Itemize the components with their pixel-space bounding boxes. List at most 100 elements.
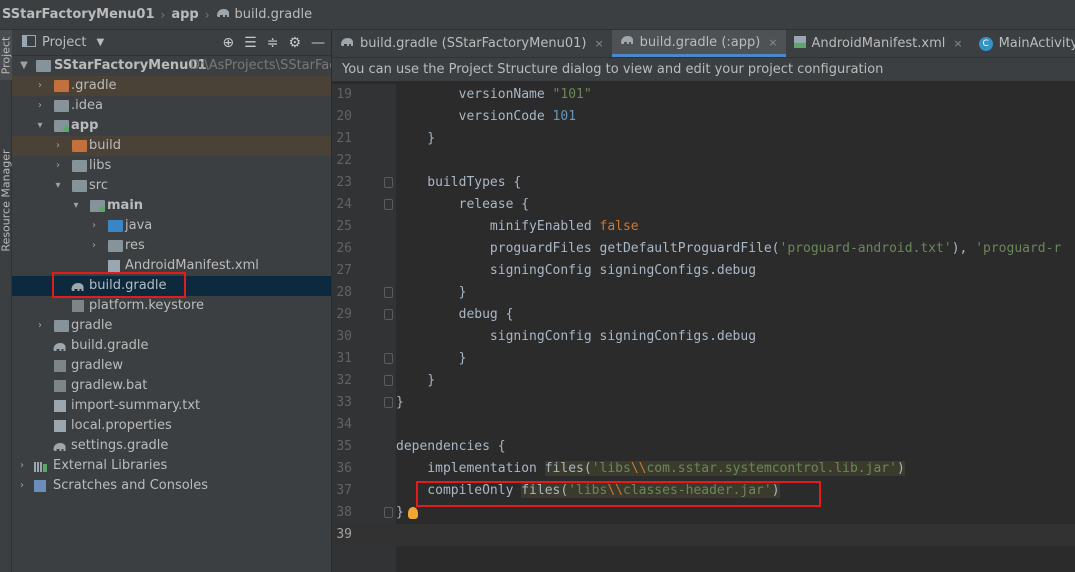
fold-marker-icon[interactable] [384, 353, 393, 364]
code-text: } [396, 395, 404, 410]
code-text: } [396, 285, 467, 300]
code-line[interactable]: 30 signingConfig signingConfigs.debug [332, 326, 1075, 348]
locate-icon[interactable]: ⊕ [222, 35, 234, 51]
tree-item-src[interactable]: ▾ src [12, 176, 331, 196]
code-text: versionCode 101 [396, 109, 577, 124]
tree-item-root[interactable]: ▼ SStarFactoryMenu01 D:\AsProjects\SStar… [12, 56, 331, 76]
resource-manager-tool-tab[interactable]: Resource Manager [0, 140, 13, 260]
chevron-right-icon[interactable]: › [52, 156, 64, 176]
fold-marker-icon[interactable] [384, 177, 393, 188]
tree-item-res[interactable]: › res [12, 236, 331, 256]
close-icon[interactable]: × [953, 37, 962, 50]
breadcrumb-module[interactable]: app [171, 7, 198, 22]
code-line[interactable]: 34 [332, 414, 1075, 436]
fold-marker-icon[interactable] [384, 507, 393, 518]
tree-item-label: Scratches and Consoles [53, 478, 209, 493]
code-line[interactable]: 36 implementation files('libs\\com.sstar… [332, 458, 1075, 480]
code-line[interactable]: 32 } [332, 370, 1075, 392]
tree-item-main[interactable]: ▾ main [12, 196, 331, 216]
code-line[interactable]: 35 dependencies { [332, 436, 1075, 458]
tree-item-gradle-dir[interactable]: › .gradle [12, 76, 331, 96]
chevron-right-icon[interactable]: › [34, 76, 46, 96]
tree-item-java[interactable]: › java [12, 216, 331, 236]
tab-root-build-gradle[interactable]: build.gradle (SStarFactoryMenu01) × [332, 30, 612, 57]
chevron-right-icon[interactable]: › [34, 316, 46, 336]
code-line[interactable]: 39 [332, 524, 1075, 546]
tree-item-gradlew[interactable]: gradlew [12, 356, 331, 376]
code-area[interactable]: 19 versionName "101" 20 versionCode 101 21… [332, 84, 1075, 546]
tab-label: AndroidManifest.xml [811, 36, 946, 51]
tree-item-scratches[interactable]: › Scratches and Consoles [12, 476, 331, 496]
close-icon[interactable]: × [594, 37, 603, 50]
left-tool-strip: Project Resource Manager [0, 30, 13, 572]
tree-item-external-libraries[interactable]: › External Libraries [12, 456, 331, 476]
chevron-down-icon[interactable]: ▼ [96, 37, 104, 48]
tree-item-build[interactable]: › build [12, 136, 331, 156]
tab-app-build-gradle[interactable]: build.gradle (:app) × [611, 30, 786, 57]
code-line[interactable]: 24 release { [332, 194, 1075, 216]
lightbulb-icon[interactable] [407, 506, 418, 519]
code-line[interactable]: 27 signingConfig signingConfigs.debug [332, 260, 1075, 282]
tree-item-root-build-gradle[interactable]: build.gradle [12, 336, 331, 356]
chevron-right-icon[interactable]: › [52, 136, 64, 156]
project-structure-notice[interactable]: You can use the Project Structure dialog… [332, 58, 1075, 82]
gradle-elephant-icon [52, 340, 67, 352]
fold-marker-icon[interactable] [384, 287, 393, 298]
fold-marker-icon[interactable] [384, 397, 393, 408]
breadcrumb-project[interactable]: SStarFactoryMenu01 [2, 7, 155, 22]
code-line[interactable]: 22 [332, 150, 1075, 172]
tree-item-gradlew-bat[interactable]: gradlew.bat [12, 376, 331, 396]
line-number: 39 [336, 527, 352, 542]
tree-item-local-properties[interactable]: local.properties [12, 416, 331, 436]
line-number: 34 [336, 417, 352, 432]
tree-item-idea[interactable]: › .idea [12, 96, 331, 116]
code-line[interactable]: 28 } [332, 282, 1075, 304]
code-line[interactable]: 20 versionCode 101 [332, 106, 1075, 128]
hide-icon[interactable]: — [311, 35, 325, 51]
fold-marker-icon[interactable] [384, 375, 393, 386]
chevron-down-icon[interactable]: ▾ [70, 196, 82, 216]
tree-item-settings-gradle[interactable]: settings.gradle [12, 436, 331, 456]
chevron-right-icon[interactable]: › [16, 476, 28, 496]
project-view-selector[interactable]: Project [42, 35, 86, 50]
editor-tabs: build.gradle (SStarFactoryMenu01) × buil… [332, 30, 1075, 58]
tab-main-activity[interactable]: C MainActivity.java × [971, 30, 1075, 57]
chevron-right-icon[interactable]: › [34, 96, 46, 116]
chevron-right-icon[interactable]: › [88, 236, 100, 256]
tree-item-gradle-folder[interactable]: › gradle [12, 316, 331, 336]
code-line[interactable]: 33} [332, 392, 1075, 414]
tree-item-app[interactable]: ▾ app [12, 116, 331, 136]
tree-item-import-summary[interactable]: import-summary.txt [12, 396, 331, 416]
gradle-elephant-icon [620, 34, 634, 50]
close-icon[interactable]: × [768, 36, 777, 49]
code-line[interactable]: 26 proguardFiles getDefaultProguardFile(… [332, 238, 1075, 260]
tree-item-keystore[interactable]: platform.keystore [12, 296, 331, 316]
code-line[interactable]: 25 minifyEnabled false [332, 216, 1075, 238]
line-number: 33 [336, 395, 352, 410]
line-number: 21 [336, 131, 352, 146]
collapse-all-icon[interactable]: ≑ [267, 35, 279, 51]
project-tool-tab[interactable]: Project [0, 30, 13, 80]
code-line[interactable]: 31 } [332, 348, 1075, 370]
breadcrumb-file[interactable]: build.gradle [235, 7, 313, 22]
code-line[interactable]: 29 debug { [332, 304, 1075, 326]
fold-marker-icon[interactable] [384, 199, 393, 210]
gear-icon[interactable]: ⚙ [288, 35, 301, 51]
chevron-right-icon[interactable]: › [16, 456, 28, 476]
expand-all-icon[interactable]: ☰ [244, 35, 257, 51]
tree-item-label: java [125, 218, 153, 233]
tree-item-label: platform.keystore [89, 298, 205, 313]
tree-item-label: build.gradle [71, 338, 149, 353]
scratches-icon [34, 480, 46, 492]
chevron-down-icon[interactable]: ▼ [18, 56, 30, 76]
tree-item-libs[interactable]: › libs [12, 156, 331, 176]
chevron-right-icon[interactable]: › [88, 216, 100, 236]
code-line[interactable]: 19 versionName "101" [332, 84, 1075, 106]
chevron-down-icon[interactable]: ▾ [52, 176, 64, 196]
code-line[interactable]: 21 } [332, 128, 1075, 150]
tab-android-manifest[interactable]: AndroidManifest.xml × [786, 30, 971, 57]
properties-file-icon [54, 420, 66, 432]
chevron-down-icon[interactable]: ▾ [34, 116, 46, 136]
code-line[interactable]: 23 buildTypes { [332, 172, 1075, 194]
fold-marker-icon[interactable] [384, 309, 393, 320]
